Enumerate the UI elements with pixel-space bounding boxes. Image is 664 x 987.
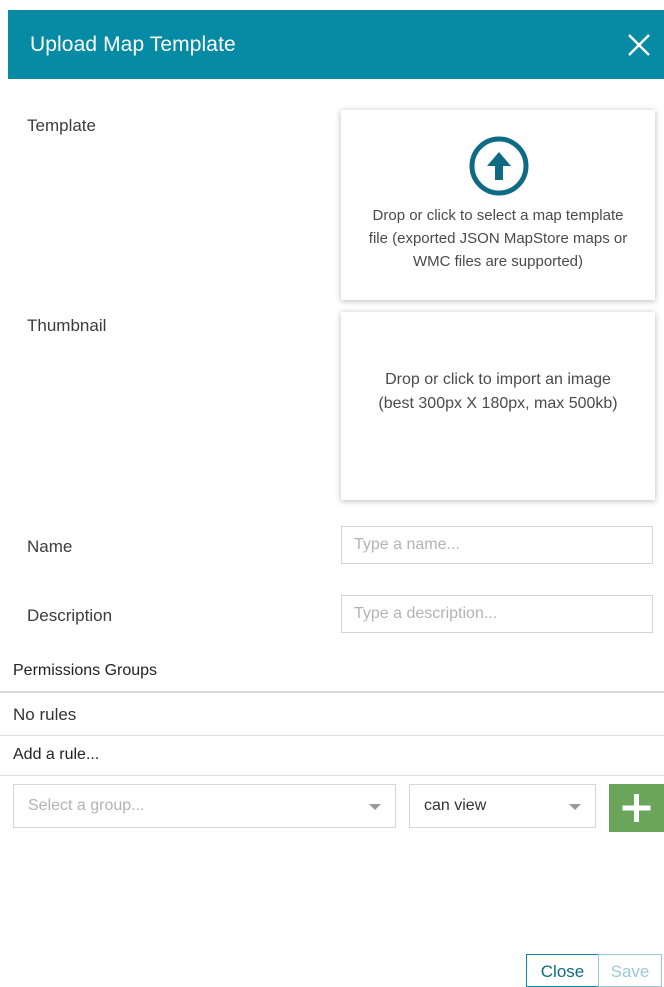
thumbnail-dropzone-text: Drop or click to import an image (best 3… (341, 368, 655, 416)
chevron-down-icon (369, 804, 381, 810)
dialog-header: Upload Map Template (8, 10, 664, 79)
group-select-placeholder: Select a group... (28, 797, 145, 814)
description-label: Description (27, 606, 113, 625)
dialog-title: Upload Map Template (30, 33, 236, 56)
permission-select-value: can view (424, 797, 487, 814)
permissions-groups-title: Permissions Groups (13, 662, 158, 679)
close-icon[interactable] (626, 32, 652, 58)
no-rules-text: No rules (13, 705, 77, 724)
add-rule-title: Add a rule... (13, 746, 100, 763)
template-dropzone[interactable]: Drop or click to select a map template f… (341, 110, 655, 300)
template-dropzone-line: WMC files are supported) (412, 253, 584, 270)
permission-select[interactable]: can view (409, 784, 596, 828)
description-input[interactable] (341, 595, 653, 633)
upload-arrow-icon (468, 135, 530, 197)
divider (0, 735, 664, 736)
group-select[interactable]: Select a group... (13, 784, 396, 828)
name-input[interactable] (341, 526, 653, 564)
save-button[interactable]: Save (598, 954, 662, 987)
close-button[interactable]: Close (526, 954, 599, 987)
thumbnail-dropzone-line: (best 300px X 180px, max 500kb) (378, 395, 618, 412)
chevron-down-icon (569, 804, 581, 810)
template-label: Template (27, 116, 96, 135)
divider (0, 775, 664, 776)
thumbnail-label: Thumbnail (27, 316, 107, 335)
thumbnail-dropzone[interactable]: Drop or click to import an image (best 3… (341, 312, 655, 500)
add-rule-button[interactable] (609, 784, 664, 832)
template-dropzone-line: file (exported JSON MapStore maps or (368, 230, 628, 247)
divider (0, 691, 664, 693)
template-dropzone-text: Drop or click to select a map template f… (341, 204, 655, 273)
template-dropzone-line: Drop or click to select a map template (372, 207, 624, 224)
upload-map-template-dialog: Upload Map Template Template Drop or cli… (0, 0, 664, 987)
name-label: Name (27, 537, 73, 556)
thumbnail-dropzone-line: Drop or click to import an image (385, 371, 611, 388)
plus-icon (622, 794, 651, 822)
